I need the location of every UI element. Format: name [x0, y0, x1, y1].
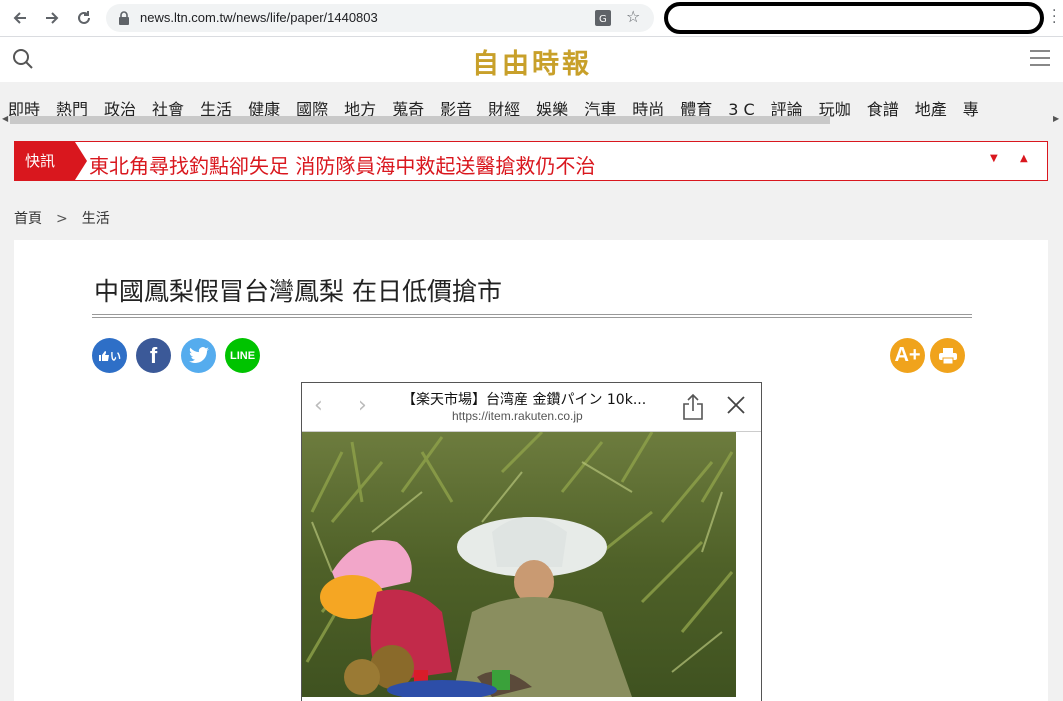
browser-toolbar: news.ltn.com.tw/news/life/paper/1440803 …	[0, 0, 1063, 37]
redacted-area	[664, 2, 1044, 34]
category-item[interactable]: 地產	[915, 96, 947, 120]
viewer-page-title: 【楽天市場】台湾産 金鑽パイン 10k...	[402, 392, 647, 408]
breadcrumb-separator: >	[56, 211, 68, 227]
url-text: news.ltn.com.tw/news/life/paper/1440803	[140, 10, 378, 25]
viewer-forward-icon[interactable]: ›	[358, 393, 367, 418]
search-icon[interactable]	[12, 48, 34, 70]
article-container: 中國鳳梨假冒台灣鳳梨 在日低價搶市 い f LINE A+ ‹ › 【楽天市場】…	[14, 240, 1048, 701]
site-logo[interactable]: 自由時報	[472, 42, 592, 81]
svg-text:G: G	[599, 14, 607, 25]
lock-icon	[119, 11, 129, 25]
like-label: い	[110, 350, 121, 363]
printer-icon	[938, 347, 957, 364]
article-title: 中國鳳梨假冒台灣鳳梨 在日低價搶市	[94, 277, 502, 306]
viewer-url: https://item.rakuten.co.jp	[452, 409, 583, 423]
thumbs-up-icon	[99, 350, 109, 361]
twitter-share-button[interactable]	[181, 338, 216, 373]
embedded-viewer: ‹ › 【楽天市場】台湾産 金鑽パイン 10k... https://item.…	[301, 382, 762, 701]
site-header: 自由時報	[0, 37, 1063, 82]
breaking-tag-arrow	[75, 142, 87, 180]
print-button[interactable]	[930, 338, 965, 373]
font-size-button[interactable]: A+	[890, 338, 925, 373]
prev-up-arrow-icon[interactable]: ▲	[1020, 153, 1028, 164]
browser-menu-icon[interactable]: · · ·	[1052, 4, 1056, 30]
category-scrollbar[interactable]	[10, 116, 830, 124]
reload-icon[interactable]	[72, 6, 96, 30]
forward-arrow-icon[interactable]	[40, 6, 64, 30]
facebook-icon: f	[149, 342, 158, 368]
font-size-label: A+	[894, 344, 921, 366]
category-item[interactable]: 食譜	[867, 96, 899, 120]
breadcrumb-section[interactable]: 生活	[82, 211, 110, 227]
close-icon[interactable]	[726, 395, 746, 415]
pineapple-farmers-photo	[302, 432, 736, 697]
scroll-right-arrow-icon[interactable]: ▶	[1053, 114, 1059, 123]
breaking-news-bar: 快訊 東北角尋找釣點卻失足 消防隊員海中救起送醫搶救仍不治 ▼ ▲	[14, 141, 1048, 181]
line-label: LINE	[229, 349, 256, 362]
breaking-tag: 快訊	[15, 142, 75, 180]
viewer-toolbar: ‹ › 【楽天市場】台湾産 金鑽パイン 10k... https://item.…	[302, 383, 761, 432]
twitter-bird-icon	[188, 347, 209, 364]
breadcrumb: 首頁 > 生活	[14, 208, 110, 228]
next-down-arrow-icon[interactable]: ▼	[990, 153, 998, 164]
share-icon[interactable]	[682, 393, 704, 421]
line-share-button[interactable]: LINE	[225, 338, 260, 373]
bookmark-star-icon[interactable]: ☆	[626, 7, 640, 26]
hamburger-menu-icon[interactable]	[1030, 50, 1050, 71]
like-button[interactable]: い	[92, 338, 127, 373]
facebook-share-button[interactable]: f	[136, 338, 171, 373]
translate-icon[interactable]: G	[594, 9, 612, 27]
breaking-headline[interactable]: 東北角尋找釣點卻失足 消防隊員海中救起送醫搶救仍不治	[89, 150, 595, 179]
breadcrumb-home[interactable]: 首頁	[14, 211, 42, 227]
viewer-back-icon[interactable]: ‹	[314, 393, 323, 418]
title-divider	[92, 314, 972, 318]
scroll-left-arrow-icon[interactable]: ◀	[2, 114, 8, 123]
address-bar[interactable]: news.ltn.com.tw/news/life/paper/1440803 …	[106, 4, 654, 32]
category-item[interactable]: 專	[963, 96, 979, 120]
back-arrow-icon[interactable]	[8, 6, 32, 30]
